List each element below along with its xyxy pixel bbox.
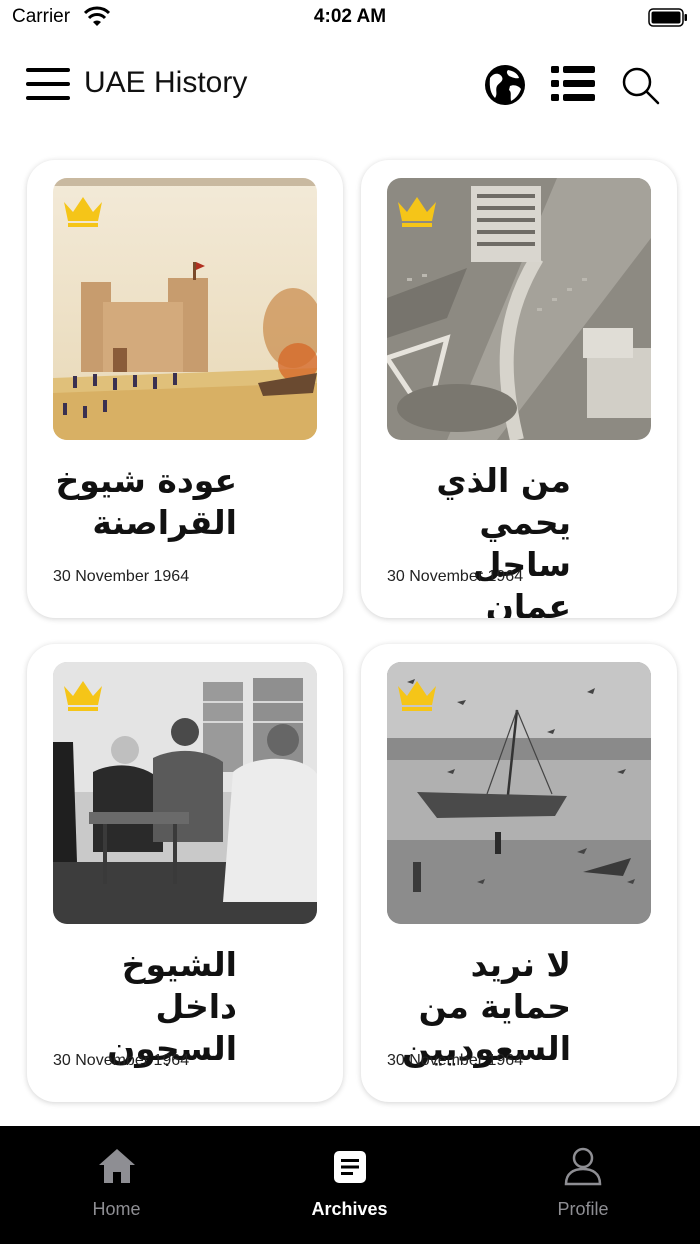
article-title: عودة شيوخ القراصنة <box>55 461 237 542</box>
tab-archives[interactable]: Archives <box>233 1126 466 1244</box>
article-card[interactable]: من الذي يحمي ساحل عمان 30 November 1964 <box>361 160 677 618</box>
nav-header: UAE History <box>0 58 700 118</box>
battery-icon <box>648 8 687 27</box>
crown-icon <box>64 197 102 227</box>
article-date: 30 November 1964 <box>53 568 190 585</box>
crown-icon <box>398 197 436 227</box>
crown-icon <box>398 681 436 711</box>
clock: 4:02 AM <box>313 6 387 27</box>
person-icon <box>564 1147 602 1186</box>
globe-icon[interactable] <box>484 64 526 106</box>
tab-home[interactable]: Home <box>0 1126 233 1244</box>
tab-archives-label: Archives <box>311 1199 388 1219</box>
status-bar: Carrier 4:02 AM <box>0 0 700 40</box>
archive-icon <box>333 1151 366 1183</box>
page-title: UAE History <box>84 66 248 99</box>
article-card[interactable]: عودة شيوخ القراصنة 30 November 1964 <box>27 160 343 618</box>
tab-profile-label: Profile <box>557 1199 609 1219</box>
crown-icon <box>64 681 102 711</box>
tab-profile[interactable]: Profile <box>466 1126 700 1244</box>
menu-icon[interactable] <box>26 68 70 102</box>
article-title: من الذي يحمي ساحل عمان <box>436 461 571 618</box>
article-card[interactable]: الشيوخ داخل السجون 30 November 1964 <box>27 644 343 1102</box>
article-date: 30 November 1964 <box>53 1052 190 1069</box>
article-date: 30 November 1964 <box>387 568 524 585</box>
search-icon[interactable] <box>621 66 661 106</box>
article-card[interactable]: لا نريد حماية من السعوديين 30 November 1… <box>361 644 677 1102</box>
list-icon[interactable] <box>551 66 595 102</box>
article-date: 30 November 1964 <box>387 1052 524 1069</box>
home-icon <box>98 1149 135 1183</box>
tab-home-label: Home <box>92 1199 141 1219</box>
tab-bar: Home Archives Profile <box>0 1126 700 1244</box>
